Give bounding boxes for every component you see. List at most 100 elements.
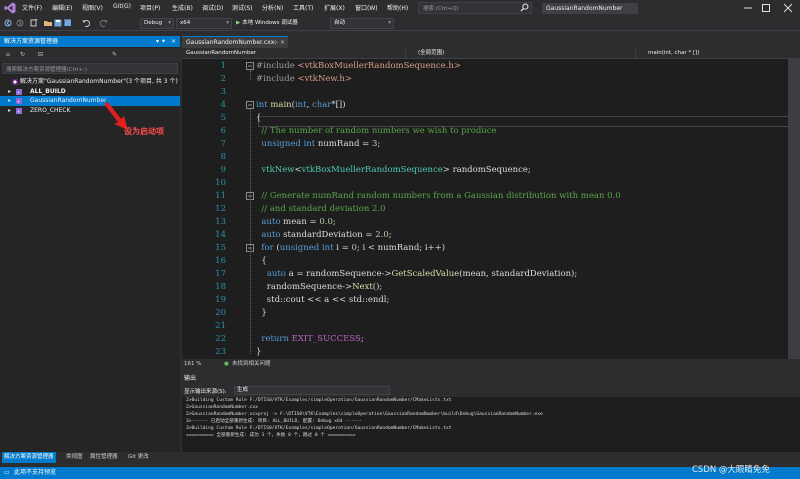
project-nav-dropdown[interactable]: GaussianRandomNumber [182,49,406,58]
search-input[interactable]: 搜索 (Ctrl+Q) [418,2,532,14]
expand-icon[interactable]: ▸ [8,106,11,116]
wrench-icon[interactable]: ✎ [112,51,117,58]
line-number: 20 [215,308,226,318]
line-number: 6 [220,126,226,136]
line-number: 1 [220,61,226,71]
home-icon[interactable]: ⌂ [6,51,10,58]
project-icon: + [16,89,22,95]
minimize-icon[interactable] [742,2,754,14]
menu-debug[interactable]: 调试(D) [202,3,223,12]
menu-edit[interactable]: 编辑(E) [52,3,72,12]
output-log[interactable]: 2>Building Custom Rule F:/DTIS0/VTK/Exam… [182,397,800,452]
redo-icon[interactable] [100,19,108,27]
pin-icon[interactable]: ▾ ✦ [156,36,166,47]
menu-file[interactable]: 文件(F) [22,3,42,12]
run-label: 本地 Windows 调试器 [242,20,298,26]
platform-dropdown[interactable]: x64 ▾ [176,18,232,29]
fold-icon[interactable] [246,62,254,70]
status-bar: ▭ 此项不支持预览 [0,467,800,479]
maximize-icon[interactable] [760,2,772,14]
start-debugging-button[interactable]: ▶ 本地 Windows 调试器 [236,18,298,29]
menu-bar: 文件(F) 编辑(E) 视图(V) Git(G) 项目(P) 生成(B) 调试(… [0,0,800,16]
code-line: unsigned int numRand = 3; [261,139,381,149]
line-number: 14 [215,230,226,240]
auto-value: 自动 [334,20,346,26]
new-item-icon[interactable] [30,19,38,27]
forward-icon[interactable] [16,19,24,27]
menu-git[interactable]: Git(G) [113,3,131,10]
solution-explorer-toolbar: ⌂ ↻ ⊟ ✎ [0,48,180,62]
save-all-icon[interactable] [64,19,72,27]
project-icon: + [16,98,22,104]
tab-solution-explorer[interactable]: 解决方案资源管理器 [2,452,56,463]
line-number: 18 [215,282,226,292]
platform-value: x64 [180,20,191,26]
line-number: 7 [220,139,226,149]
config-dropdown[interactable]: Debug ▾ [140,18,174,29]
code-editor[interactable]: 1 2 3 4 5 6 7 8 9 10 11 12 13 14 15 16 1… [182,59,800,359]
output-toolbar: 显示输出来源(S): 生成 [182,385,800,396]
tree-item-solution[interactable]: 解决方案"GaussianRandomNumber"(3 个项目, 共 3 个) [0,77,180,87]
editor-tab[interactable]: GaussianRandomNumber.cxx ⊹ × [182,36,288,48]
tab-class-view[interactable]: 类视图 [64,452,85,463]
line-number: 16 [215,256,226,266]
tab-property-manager[interactable]: 属性管理器 [88,452,120,463]
close-panel-icon[interactable]: × [171,36,176,47]
output-line: 3>------ 已启动全部重新生成: 项目: ALL_BUILD, 配置: D… [186,419,362,424]
menu-help[interactable]: 帮助(H) [387,3,408,12]
issues-text[interactable]: 未找到相关问题 [232,359,271,369]
tree-item-zero-check[interactable]: ▸ + ZERO_CHECK [0,106,180,116]
menu-window[interactable]: 窗口(W) [355,3,378,12]
line-number: 13 [215,217,226,227]
menu-extensions[interactable]: 扩展(X) [324,3,345,12]
output-source-label: 显示输出来源(S): [184,389,227,395]
svg-text:+: + [17,109,20,114]
solution-search-placeholder: 搜索解决方案资源管理器(Ctrl+;) [6,67,88,73]
save-icon[interactable] [54,19,62,27]
menu-project[interactable]: 项目(P) [140,3,160,12]
member-nav-dropdown[interactable]: main(int, char * []) [644,49,800,58]
code-line: int main(int, char*[]) [256,100,346,110]
tab-git-changes[interactable]: Git 更改 [126,452,151,463]
menu-test[interactable]: 测试(S) [232,3,253,12]
visual-studio-logo-icon [4,2,16,14]
collapse-icon[interactable]: ⊟ [38,51,43,58]
menu-tools[interactable]: 工具(T) [293,3,313,12]
auto-dropdown[interactable]: 自动 ▾ [330,18,394,29]
status-text: 此项不支持预览 [14,469,57,476]
editor-vertical-scrollbar[interactable] [788,59,800,359]
line-number: 4 [220,100,226,110]
menu-analyze[interactable]: 分析(N) [262,3,283,12]
line-number: 9 [220,165,226,175]
open-folder-icon[interactable] [44,19,52,27]
back-icon[interactable] [4,19,12,27]
annotation-text: 设为启动项 [124,127,164,136]
output-line: 2>Building Custom Rule F:/DTIS0/VTK/Exam… [186,398,452,403]
fold-guide [250,70,251,80]
fold-icon[interactable] [246,101,254,109]
output-line: 2>GaussianRandomNumber.vcxproj -> F:\DTI… [186,412,543,417]
editor-status-bar: 161 % ● 未找到相关问题 [182,359,800,369]
solution-search-input[interactable]: 搜索解决方案资源管理器(Ctrl+;) [2,63,178,74]
undo-icon[interactable] [82,19,90,27]
scope-nav-dropdown[interactable]: (全局范围) [414,49,636,58]
output-source-dropdown[interactable]: 生成 [234,386,390,395]
search-icon[interactable] [520,3,529,12]
code-line: vtkNew<vtkBoxMuellerRandomSequence> rand… [261,165,531,175]
expand-icon[interactable]: ▸ [8,96,11,106]
svg-text:+: + [17,90,20,95]
menu-view[interactable]: 视图(V) [82,3,103,12]
close-icon[interactable] [782,2,794,14]
solution-icon [12,79,18,85]
tree-item-label: ZERO_CHECK [30,107,71,114]
config-value: Debug [144,20,163,26]
code-line: auto mean = 0.0; [261,217,336,227]
check-icon: ● [224,361,229,367]
refresh-icon[interactable]: ↻ [20,51,25,58]
solution-bottom-tabs: 解决方案资源管理器 类视图 属性管理器 Git 更改 [0,452,180,463]
zoom-level[interactable]: 161 % [184,359,201,369]
output-line: 3>Building Custom Rule F:/DTIS0/VTK/Exam… [186,426,452,431]
tree-item-gaussianrandomnumber[interactable]: ▸ + GaussianRandomNumber [0,96,180,106]
line-number: 5 [220,113,226,123]
menu-build[interactable]: 生成(B) [172,3,193,12]
